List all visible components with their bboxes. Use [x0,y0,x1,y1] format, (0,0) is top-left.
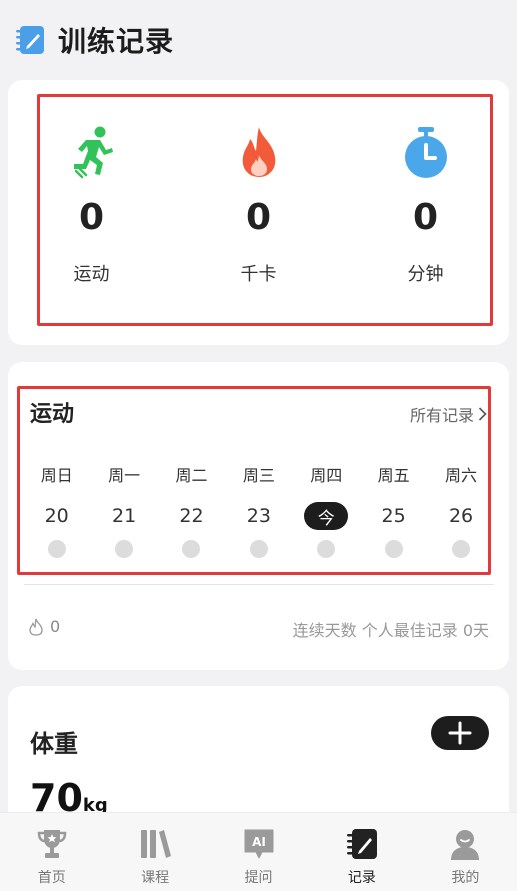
streak-summary: 连续天数 个人最佳记录 0天 [292,621,489,640]
all-records-link[interactable]: 所有记录 [410,402,487,426]
stat-label: 千卡 [240,264,277,285]
tab-records[interactable]: 记录 [310,813,413,891]
day-column[interactable]: 周六 26 [427,462,494,558]
day-name: 周日 [40,466,73,485]
day-status-dot [47,540,66,558]
tab-label: 课程 [141,870,170,886]
stat-value: 0 [78,197,105,238]
tab-courses[interactable]: 课程 [103,813,206,891]
day-column-today[interactable]: 周四 今 [293,462,360,558]
day-number: 25 [381,505,406,527]
stat-exercise[interactable]: 0 运动 [8,124,175,286]
stats-row: 0 运动 0 千卡 0 分钟 [8,124,509,286]
day-status-dot [115,540,134,558]
plus-icon [448,721,472,745]
notebook-pen-icon [16,26,44,54]
page-title: 训练记录 [58,25,175,58]
flame-icon [235,124,283,180]
day-number: 26 [448,505,474,527]
day-status-dot [317,540,336,558]
day-column[interactable]: 周日 20 [23,462,90,558]
section-title: 运动 [30,402,75,427]
stat-minutes[interactable]: 0 分钟 [342,124,509,286]
stat-label: 运动 [73,264,110,285]
day-number: 21 [111,505,137,527]
trophy-icon [37,830,66,858]
flame-outline-icon [29,618,43,636]
day-name: 周三 [242,466,275,485]
running-person-icon [68,124,116,180]
day-name: 周四 [310,466,343,485]
day-column[interactable]: 周五 25 [360,462,427,558]
divider [24,584,494,585]
stat-label: 分钟 [407,264,444,285]
day-column[interactable]: 周三 23 [225,462,292,558]
day-name: 周二 [175,466,208,485]
tab-label: 我的 [451,870,480,886]
add-weight-button[interactable] [431,716,489,750]
day-number: 22 [179,505,204,527]
stat-value: 0 [412,197,439,238]
summary-card: 0 运动 0 千卡 0 分钟 [8,80,509,345]
notebook-pen-icon [346,829,377,859]
stat-value: 0 [245,197,272,238]
day-number: 20 [44,505,69,527]
streak-count: 0 [28,617,60,636]
user-avatar-icon [451,830,480,860]
ai-chat-icon: AI [244,829,274,859]
bottom-tab-bar: 首页 课程 AI 提问 记录 我的 [0,812,517,891]
day-status-dot [452,540,471,558]
chevron-right-icon [478,407,487,421]
today-badge: 今 [304,502,349,530]
tab-mine[interactable]: 我的 [414,813,517,891]
page-header: 训练记录 [0,0,517,80]
tab-home[interactable]: 首页 [0,813,103,891]
tab-label: 记录 [347,870,376,886]
stat-calories[interactable]: 0 千卡 [175,124,342,286]
day-column[interactable]: 周二 22 [158,462,225,558]
day-name: 周六 [445,466,478,485]
day-name: 周一 [108,466,141,485]
tab-label: 首页 [37,870,66,886]
day-name: 周五 [377,466,410,485]
day-column[interactable]: 周一 21 [90,462,157,558]
books-icon [141,830,172,858]
stopwatch-icon [402,124,450,180]
section-title: 体重 [30,730,78,758]
streak-count-value: 0 [50,617,61,636]
day-status-dot [384,540,403,558]
tab-ask[interactable]: AI 提问 [207,813,310,891]
all-records-label: 所有记录 [409,406,474,425]
exercise-card: 运动 所有记录 周日 20 周一 21 周二 22 周三 23 周四 今 周五 … [8,362,509,670]
week-calendar: 周日 20 周一 21 周二 22 周三 23 周四 今 周五 25 周六 26 [23,462,495,558]
tab-label: 提问 [244,870,273,886]
day-status-dot [249,540,268,558]
svg-text:AI: AI [252,835,266,849]
day-number: 23 [246,505,271,527]
day-status-dot [182,540,201,558]
